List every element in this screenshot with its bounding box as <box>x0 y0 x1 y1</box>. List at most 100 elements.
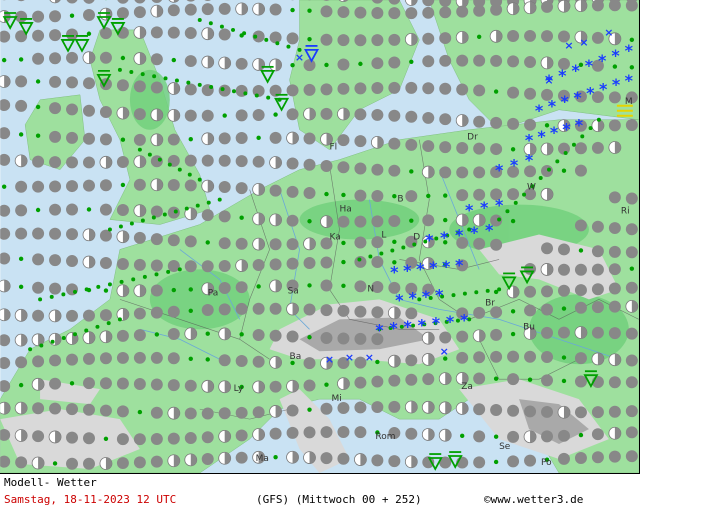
rain-dot <box>18 382 24 388</box>
overcast-cloud <box>354 189 367 202</box>
overcast-cloud <box>456 330 469 343</box>
partly-cloudy-circle <box>252 182 266 196</box>
overcast-cloud <box>235 429 248 442</box>
overcast-cloud <box>320 33 333 46</box>
overcast-cloud <box>116 7 129 20</box>
rain-dot <box>188 287 193 292</box>
overcast-cloud <box>354 280 367 293</box>
partly-cloudy-circle <box>252 237 266 251</box>
overcast-cloud <box>83 377 95 390</box>
rain-dot <box>95 324 100 329</box>
snow-asterisk: * <box>403 317 412 336</box>
rain-dot <box>538 175 543 180</box>
overcast-cloud <box>218 237 231 250</box>
partly-cloudy-circle <box>523 430 537 444</box>
overcast-cloud <box>99 257 112 270</box>
partly-cloudy-circle <box>404 455 418 469</box>
snow-asterisk: * <box>435 285 444 304</box>
overcast-cloud <box>320 159 333 172</box>
overcast-cloud <box>574 451 587 464</box>
rain-dot <box>107 227 112 232</box>
overcast-cloud <box>371 108 384 121</box>
overcast-cloud <box>337 215 350 228</box>
snow-asterisk: * <box>432 314 441 333</box>
rain-dot <box>197 82 202 87</box>
overcast-cloud <box>371 34 384 47</box>
snow-asterisk: * <box>598 51 607 70</box>
overcast-cloud <box>354 6 367 19</box>
rain-dot <box>205 331 210 336</box>
rain-dot <box>561 355 567 360</box>
overcast-cloud <box>608 300 621 313</box>
partly-cloudy-circle <box>133 26 147 39</box>
overcast-cloud <box>422 55 435 68</box>
rain-dot <box>547 167 552 172</box>
overcast-cloud <box>473 54 486 67</box>
copyright-link[interactable]: ©www.wetter3.de <box>484 493 583 506</box>
overcast-cloud <box>218 181 231 194</box>
rain-dot <box>151 215 156 220</box>
overcast-cloud <box>269 31 282 44</box>
overcast-cloud <box>286 84 299 97</box>
partly-cloudy-circle <box>608 426 622 440</box>
overcast-cloud <box>574 406 587 419</box>
partly-cloudy-circle <box>438 428 452 442</box>
snow-asterisk: * <box>525 131 534 150</box>
rain-dot <box>273 454 278 460</box>
rain-dot <box>451 293 456 298</box>
partly-cloudy-circle <box>150 178 164 192</box>
overcast-cloud <box>49 377 62 390</box>
overcast-cloud <box>66 403 79 416</box>
snow-asterisk: * <box>389 319 398 338</box>
partly-cloudy-circle <box>218 327 232 341</box>
rain-dot <box>379 251 384 256</box>
snow-asterisk: * <box>480 198 489 217</box>
overcast-cloud <box>303 257 316 270</box>
overcast-cloud <box>405 427 418 440</box>
overcast-cloud <box>388 33 401 46</box>
overcast-cloud <box>354 135 367 148</box>
overcast-cloud <box>608 327 621 340</box>
snow-asterisk: * <box>575 116 584 135</box>
overcast-cloud <box>66 228 79 241</box>
overcast-cloud <box>557 284 570 297</box>
overcast-cloud <box>371 82 384 94</box>
overcast-cloud <box>235 451 248 464</box>
partly-cloudy-circle <box>252 212 266 226</box>
overcast-cloud <box>99 179 112 192</box>
overcast-cloud <box>524 304 537 317</box>
rain-dot <box>38 297 43 302</box>
overcast-cloud <box>422 111 435 124</box>
overcast-cloud <box>371 306 384 319</box>
rain-dot <box>167 162 172 167</box>
rain-dot <box>493 459 499 465</box>
overcast-cloud <box>252 302 265 315</box>
overcast-cloud <box>439 141 452 154</box>
rain-dot <box>409 218 414 223</box>
overcast-cloud <box>235 109 248 122</box>
rain-dot <box>84 328 89 333</box>
overcast-cloud <box>133 108 146 121</box>
overcast-cloud <box>167 327 180 340</box>
rain-dot <box>120 182 126 188</box>
rain-dot <box>171 57 177 63</box>
partly-cloudy-circle <box>269 279 282 293</box>
overcast-cloud <box>591 326 604 339</box>
rain-dot <box>358 61 363 67</box>
partly-cloudy-circle <box>167 454 181 468</box>
overcast-cloud <box>574 219 587 232</box>
rain-dot <box>561 306 567 311</box>
overcast-cloud <box>269 184 282 197</box>
overcast-cloud <box>473 142 486 155</box>
rain-dot <box>443 193 448 198</box>
partly-cloudy-circle <box>48 430 62 444</box>
map-footer: Modell- Wetter Samstag, 18-11-2023 12 UT… <box>0 474 640 513</box>
overcast-cloud <box>557 452 570 465</box>
overcast-cloud <box>15 180 28 193</box>
overcast-cloud <box>167 178 180 191</box>
overcast-cloud <box>354 401 367 414</box>
rain-dot <box>140 72 145 77</box>
overcast-cloud <box>184 3 197 16</box>
overcast-cloud <box>354 215 367 228</box>
overcast-cloud <box>49 354 62 367</box>
